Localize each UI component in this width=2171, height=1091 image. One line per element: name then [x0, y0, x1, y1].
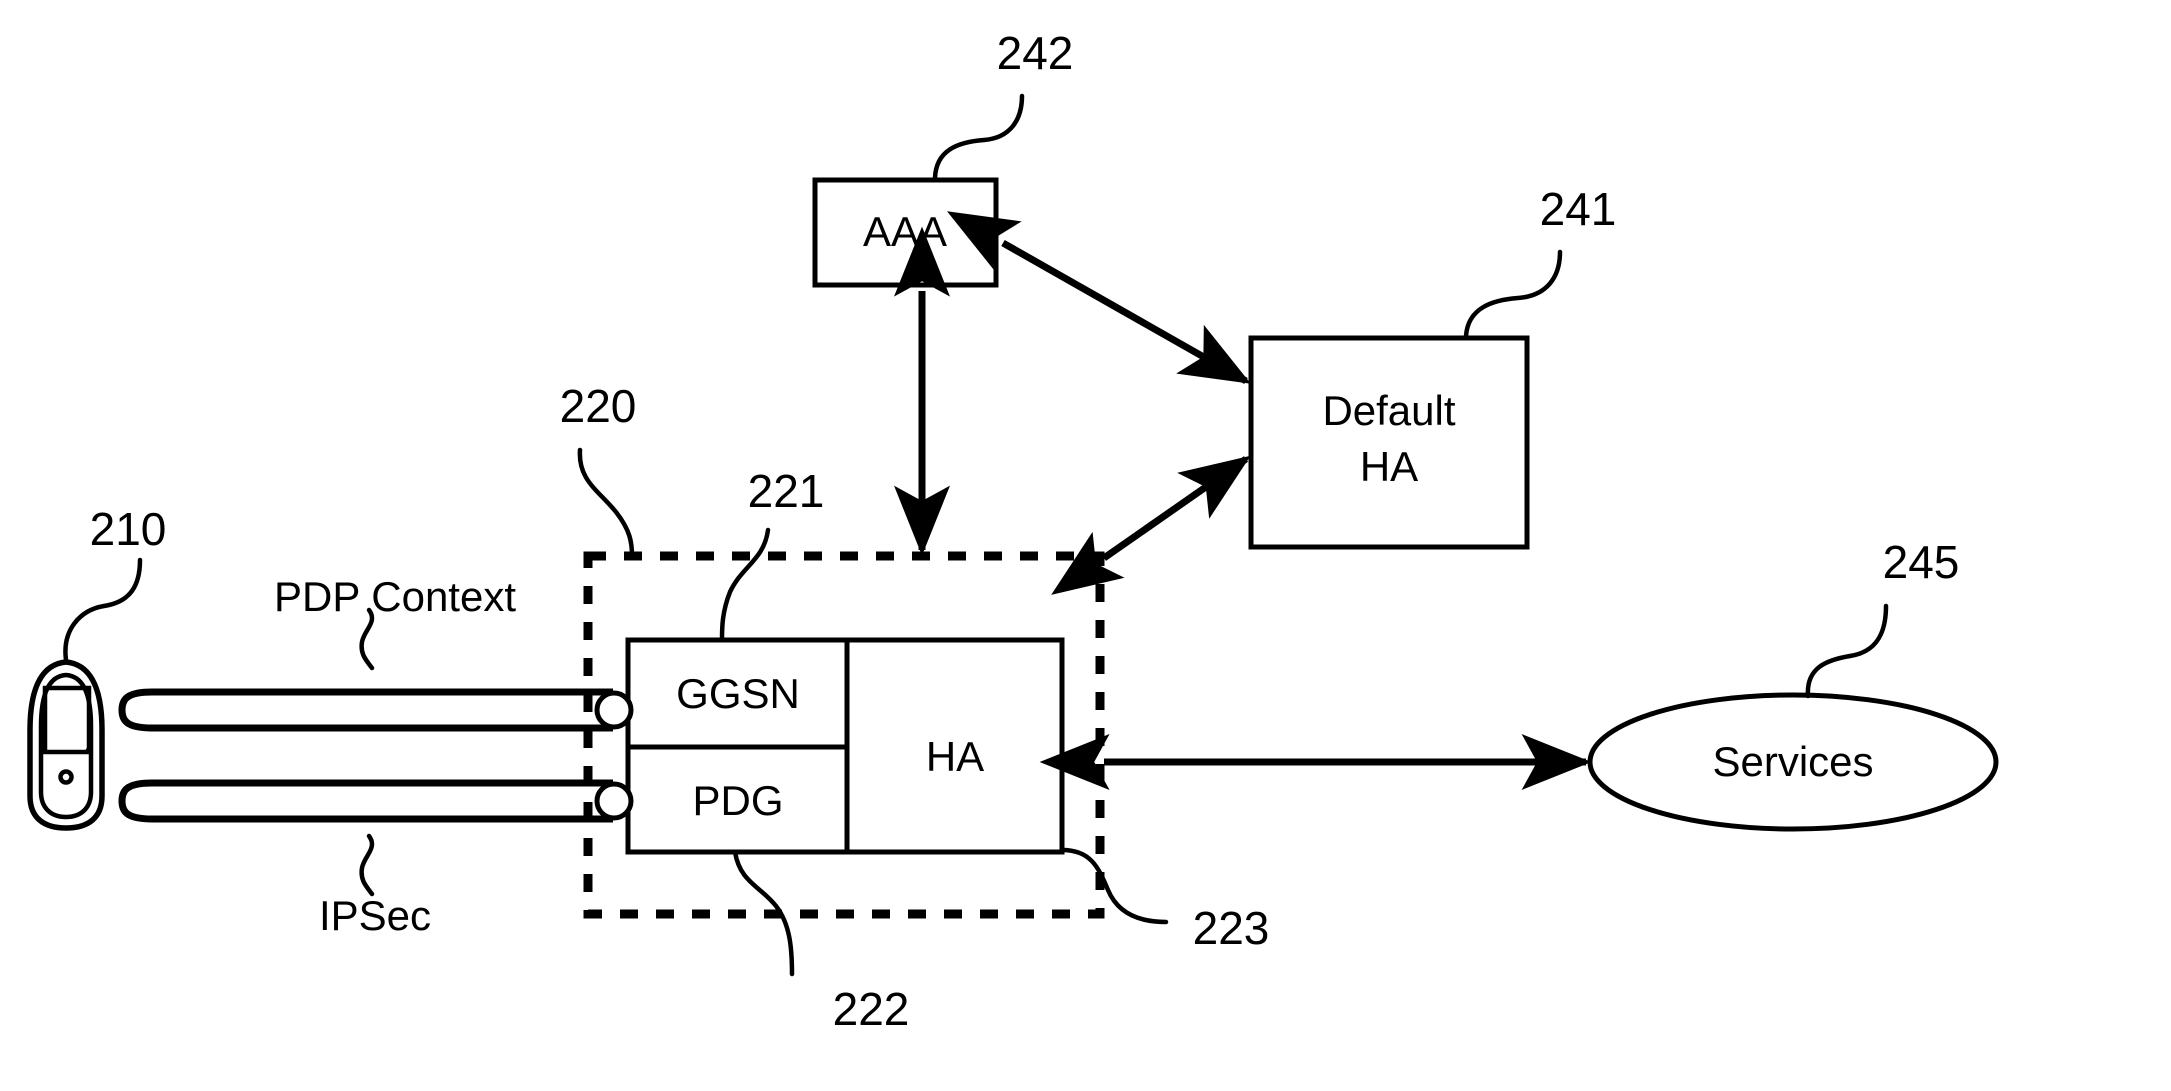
ref-numeral-221: 221 — [748, 465, 825, 517]
patent-figure: AAA Default HA GGSN PDG HA Services PDP … — [0, 0, 2171, 1091]
ref-numeral-223: 223 — [1193, 902, 1270, 954]
ipsec-tunnel — [118, 779, 613, 823]
ref-numeral-222: 222 — [833, 983, 910, 1035]
leader-223 — [1059, 847, 1169, 925]
ref-numeral-210: 210 — [90, 503, 167, 555]
leader-241 — [1463, 249, 1563, 339]
ref-numeral-220: 220 — [560, 380, 637, 432]
ref-numeral-245: 245 — [1883, 536, 1960, 588]
aaa-label: AAA — [863, 208, 947, 255]
ipsec-endpoint-circle — [594, 781, 634, 821]
leader-210 — [63, 557, 143, 663]
pdp-context-label: PDP Context — [274, 573, 516, 620]
ref-numeral-242: 242 — [997, 27, 1074, 79]
pdp-endpoint-circle — [594, 690, 634, 730]
ggsn-label: GGSN — [676, 670, 800, 717]
pdg-label: PDG — [692, 777, 783, 824]
ipsec-label: IPSec — [319, 892, 431, 939]
arrow-gateway-default-ha — [1051, 455, 1251, 595]
services-label: Services — [1712, 738, 1873, 785]
arrow-aaa-default-ha — [947, 211, 1251, 385]
default-ha-label-line1: Default — [1322, 387, 1455, 434]
default-ha-label-line2: HA — [1360, 443, 1418, 490]
leader-221 — [719, 527, 771, 643]
leader-ipsec — [359, 833, 375, 897]
leader-242 — [932, 93, 1025, 181]
mobile-device-icon — [27, 659, 105, 831]
leader-220 — [577, 447, 635, 559]
leader-245 — [1805, 603, 1889, 699]
diagram-canvas: AAA Default HA GGSN PDG HA Services PDP … — [27, 27, 1999, 1035]
ref-numeral-241: 241 — [1540, 183, 1617, 235]
pdp-context-tunnel — [118, 688, 613, 732]
ha-label: HA — [926, 733, 984, 780]
